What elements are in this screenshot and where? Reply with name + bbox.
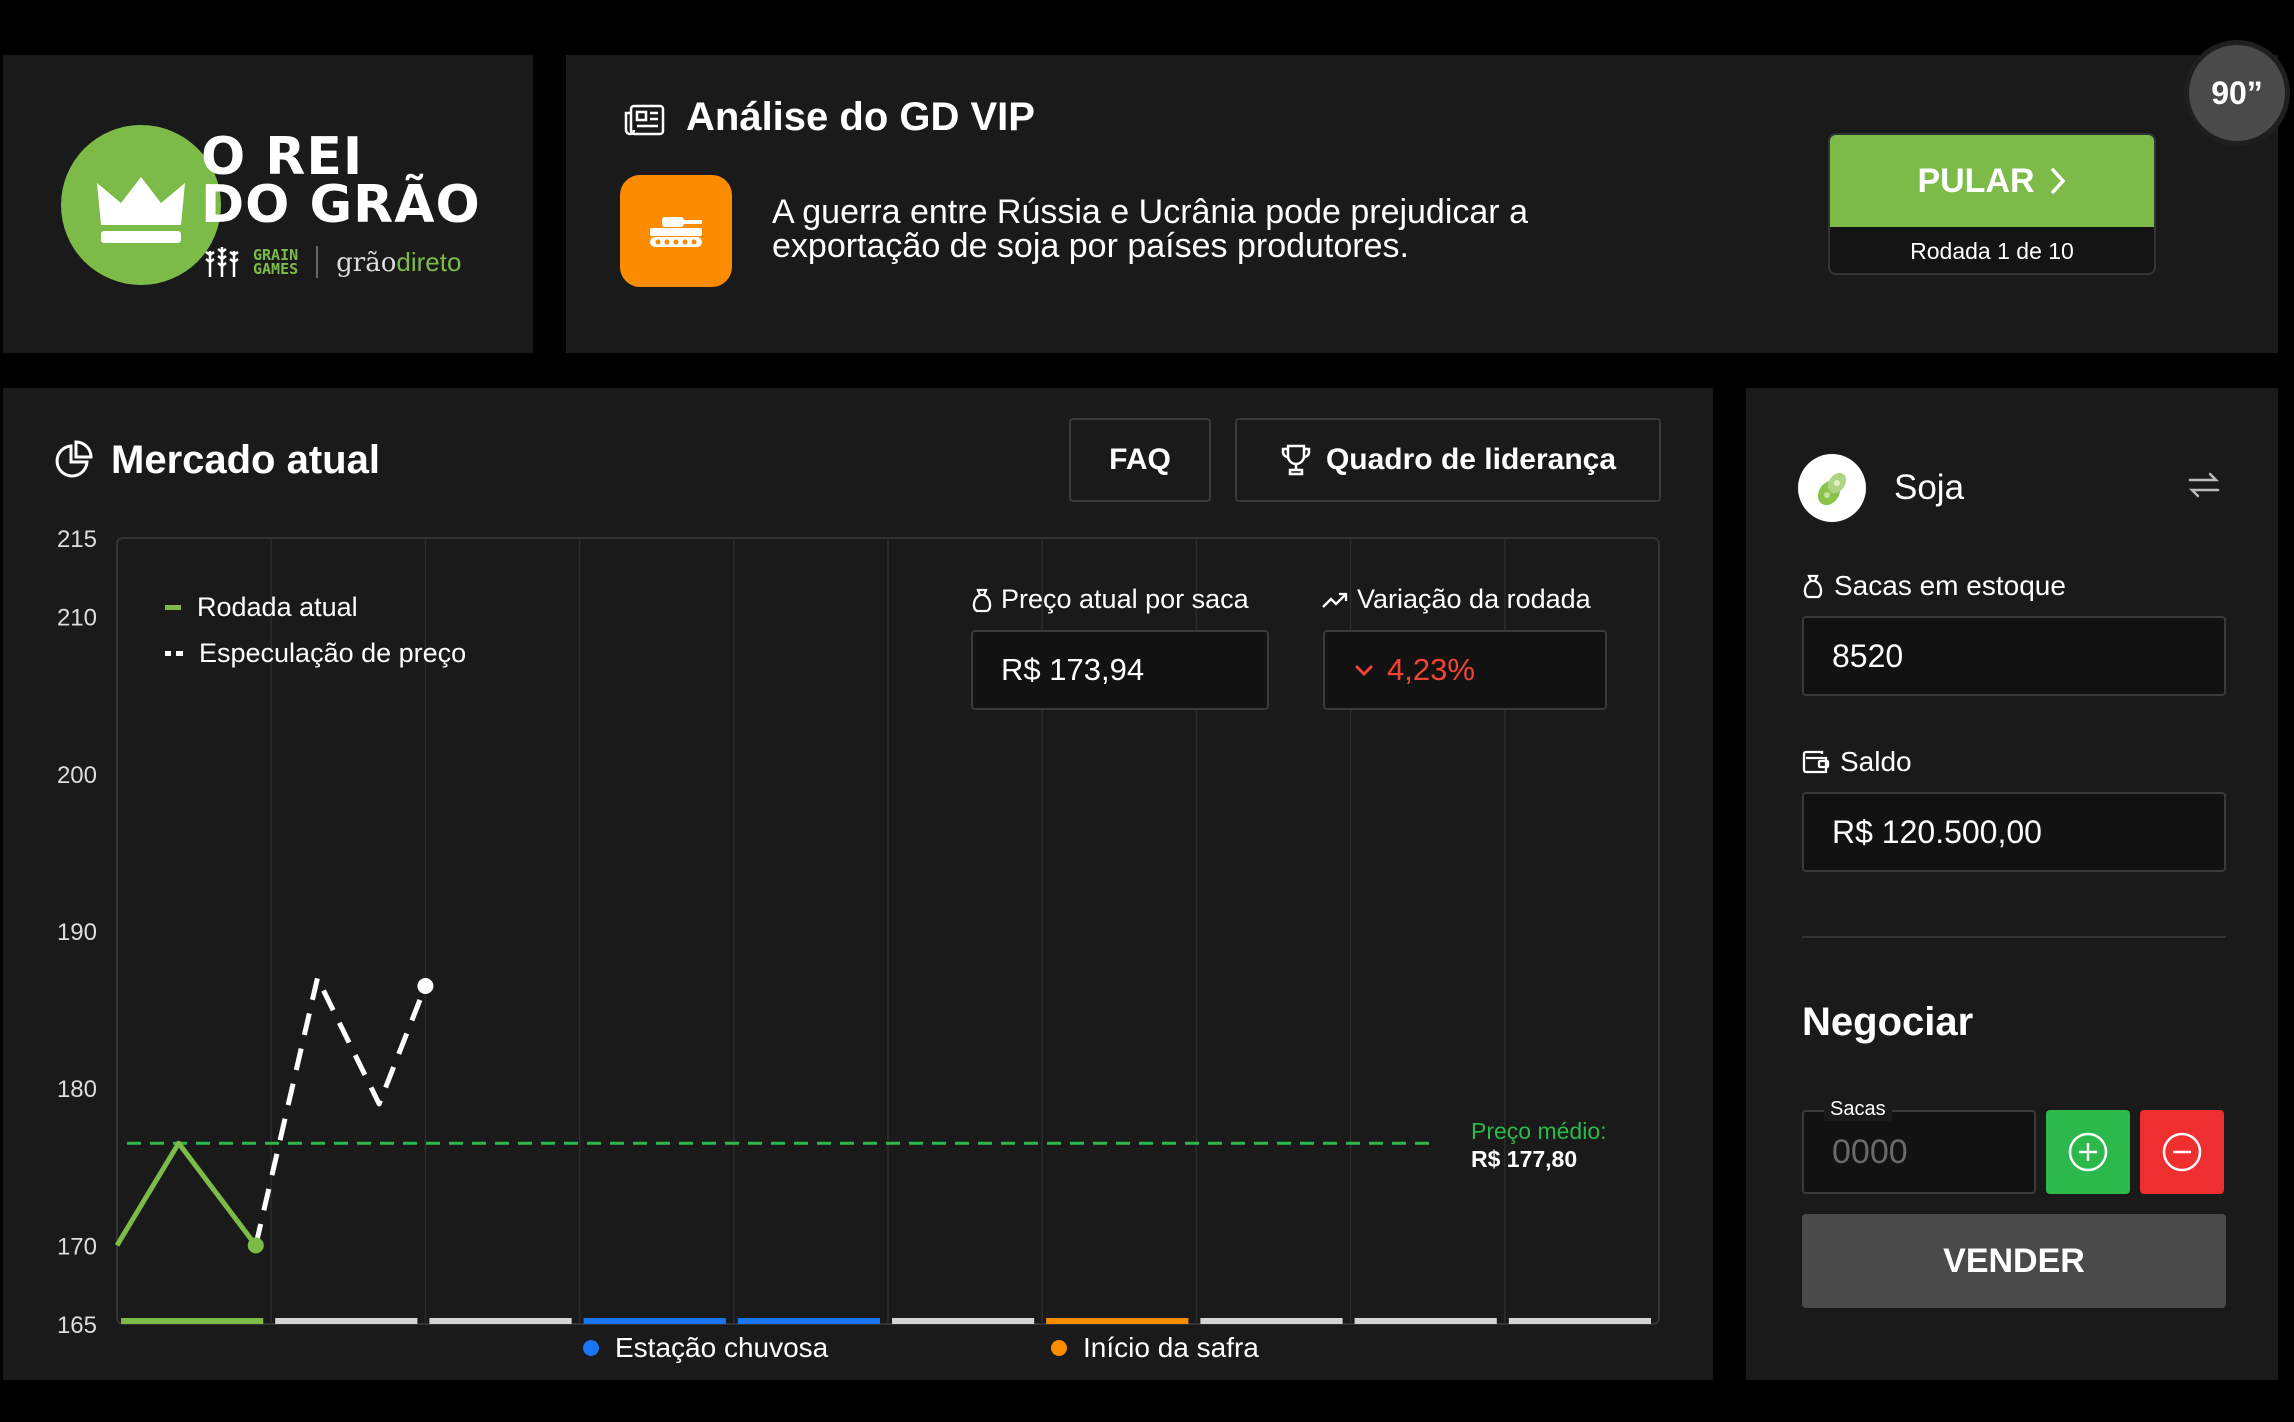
round-bar bbox=[583, 1318, 726, 1324]
logo-divider bbox=[316, 246, 319, 278]
partner-logos: GRAIN GAMES grãodireto bbox=[203, 245, 461, 279]
round-bar bbox=[892, 1318, 1035, 1324]
market-panel: Mercado atual FAQ Quadro de liderança 16… bbox=[3, 388, 1713, 1380]
commodity-selector: Soja bbox=[1798, 454, 1964, 522]
balance-label: Saldo bbox=[1802, 746, 1912, 778]
y-tick-label: 210 bbox=[57, 605, 97, 632]
round-bar bbox=[737, 1318, 880, 1324]
brand-title: O REI DO GRÃO bbox=[201, 127, 481, 235]
grain-games-logo: GRAIN GAMES bbox=[253, 246, 299, 278]
skip-button-label: PULAR bbox=[1917, 161, 2035, 200]
event-harvest: Início da safra bbox=[1051, 1332, 1259, 1364]
news-text: A guerra entre Rússia e Ucrânia pode pre… bbox=[772, 193, 1528, 265]
average-price-label: Preço médio: bbox=[1471, 1118, 1607, 1144]
plus-circle-icon bbox=[2068, 1132, 2108, 1172]
y-tick-label: 170 bbox=[57, 1233, 97, 1260]
average-price-value: R$ 177,80 bbox=[1471, 1146, 1577, 1172]
soy-icon bbox=[1798, 454, 1866, 522]
tank-icon bbox=[650, 217, 702, 247]
graodireto-logo: grãodireto bbox=[336, 246, 462, 278]
commodity-name: Soja bbox=[1894, 468, 1965, 507]
variation-label: Variação da rodada bbox=[1321, 584, 1591, 615]
wheat-icon bbox=[205, 247, 239, 277]
negotiate-title: Negociar bbox=[1802, 1000, 1974, 1044]
variation-value: 4,23% bbox=[1387, 652, 1475, 687]
swap-icon[interactable] bbox=[2186, 470, 2222, 500]
news-panel: Análise do GD VIP A guerra entre Rússia … bbox=[566, 55, 2278, 353]
sell-button-label: VENDER bbox=[1943, 1241, 2085, 1280]
legend-item-current: Rodada atual bbox=[165, 584, 466, 630]
section-divider bbox=[1802, 936, 2226, 938]
y-tick-label: 165 bbox=[57, 1312, 97, 1339]
y-tick-label: 200 bbox=[57, 762, 97, 789]
skip-card: PULAR Rodada 1 de 10 bbox=[1828, 133, 2156, 275]
news-title: Análise do GD VIP bbox=[686, 95, 1035, 139]
newspaper-icon bbox=[624, 104, 665, 136]
crown-icon bbox=[97, 177, 185, 243]
chevron-down-icon bbox=[1355, 665, 1373, 676]
rainy-dot bbox=[583, 1340, 599, 1356]
logo-panel: O REI DO GRÃO GRAIN GAMES grãodireto bbox=[3, 55, 533, 353]
round-bar bbox=[429, 1318, 572, 1324]
minus-circle-icon bbox=[2162, 1132, 2202, 1172]
round-bar bbox=[275, 1318, 418, 1324]
round-bar bbox=[1508, 1318, 1651, 1324]
round-bar bbox=[1200, 1318, 1343, 1324]
price-value: R$ 173,94 bbox=[971, 630, 1269, 710]
legend-swatch-dashed bbox=[165, 650, 183, 656]
price-chart: 165 170 180 190 200 210 215 Preço médio:R$ 177,… bbox=[57, 526, 1660, 1339]
brand-title-line1: O REI bbox=[201, 127, 364, 187]
harvest-dot bbox=[1051, 1340, 1067, 1356]
trade-panel: Soja Sacas em estoque 8520 Saldo R$ 120.… bbox=[1746, 388, 2278, 1380]
stock-value: 8520 bbox=[1802, 616, 2226, 696]
y-tick-label: 180 bbox=[57, 1076, 97, 1103]
legend-swatch-solid bbox=[165, 604, 181, 610]
stock-label: Sacas em estoque bbox=[1802, 570, 2066, 602]
chart-legend: Rodada atual Especulação de preço bbox=[165, 584, 466, 676]
increase-button[interactable] bbox=[2046, 1110, 2130, 1194]
round-bar bbox=[1354, 1318, 1497, 1324]
wallet-icon bbox=[1802, 750, 1830, 774]
variation-value-box: 4,23% bbox=[1323, 630, 1607, 710]
legend-item-speculation: Especulação de preço bbox=[165, 630, 466, 676]
quantity-field: Sacas bbox=[1802, 1098, 2036, 1194]
y-tick-label: 190 bbox=[57, 919, 97, 946]
y-tick-label: 215 bbox=[57, 526, 97, 553]
quantity-input[interactable] bbox=[1804, 1112, 2034, 1192]
event-rainy: Estação chuvosa bbox=[583, 1332, 828, 1364]
brand-title-line2: DO GRÃO bbox=[201, 175, 481, 235]
crown-logo bbox=[61, 125, 221, 285]
current-price-marker bbox=[247, 1237, 264, 1254]
skip-button[interactable]: PULAR bbox=[1830, 135, 2154, 227]
news-category-badge bbox=[620, 175, 732, 287]
price-label: Preço atual por saca bbox=[971, 584, 1249, 615]
trending-up-icon bbox=[1322, 592, 1348, 608]
speculation-end-marker bbox=[417, 978, 434, 995]
round-bar bbox=[1046, 1318, 1189, 1324]
round-bar bbox=[121, 1318, 264, 1324]
balance-value: R$ 120.500,00 bbox=[1802, 792, 2226, 872]
money-bag-icon bbox=[972, 588, 992, 612]
chevron-right-icon bbox=[2050, 168, 2065, 194]
round-timer: 90” bbox=[2184, 40, 2290, 146]
money-bag-icon bbox=[1803, 574, 1823, 599]
sell-button[interactable]: VENDER bbox=[1802, 1214, 2226, 1308]
decrease-button[interactable] bbox=[2140, 1110, 2224, 1194]
round-counter: Rodada 1 de 10 bbox=[1830, 227, 2154, 273]
